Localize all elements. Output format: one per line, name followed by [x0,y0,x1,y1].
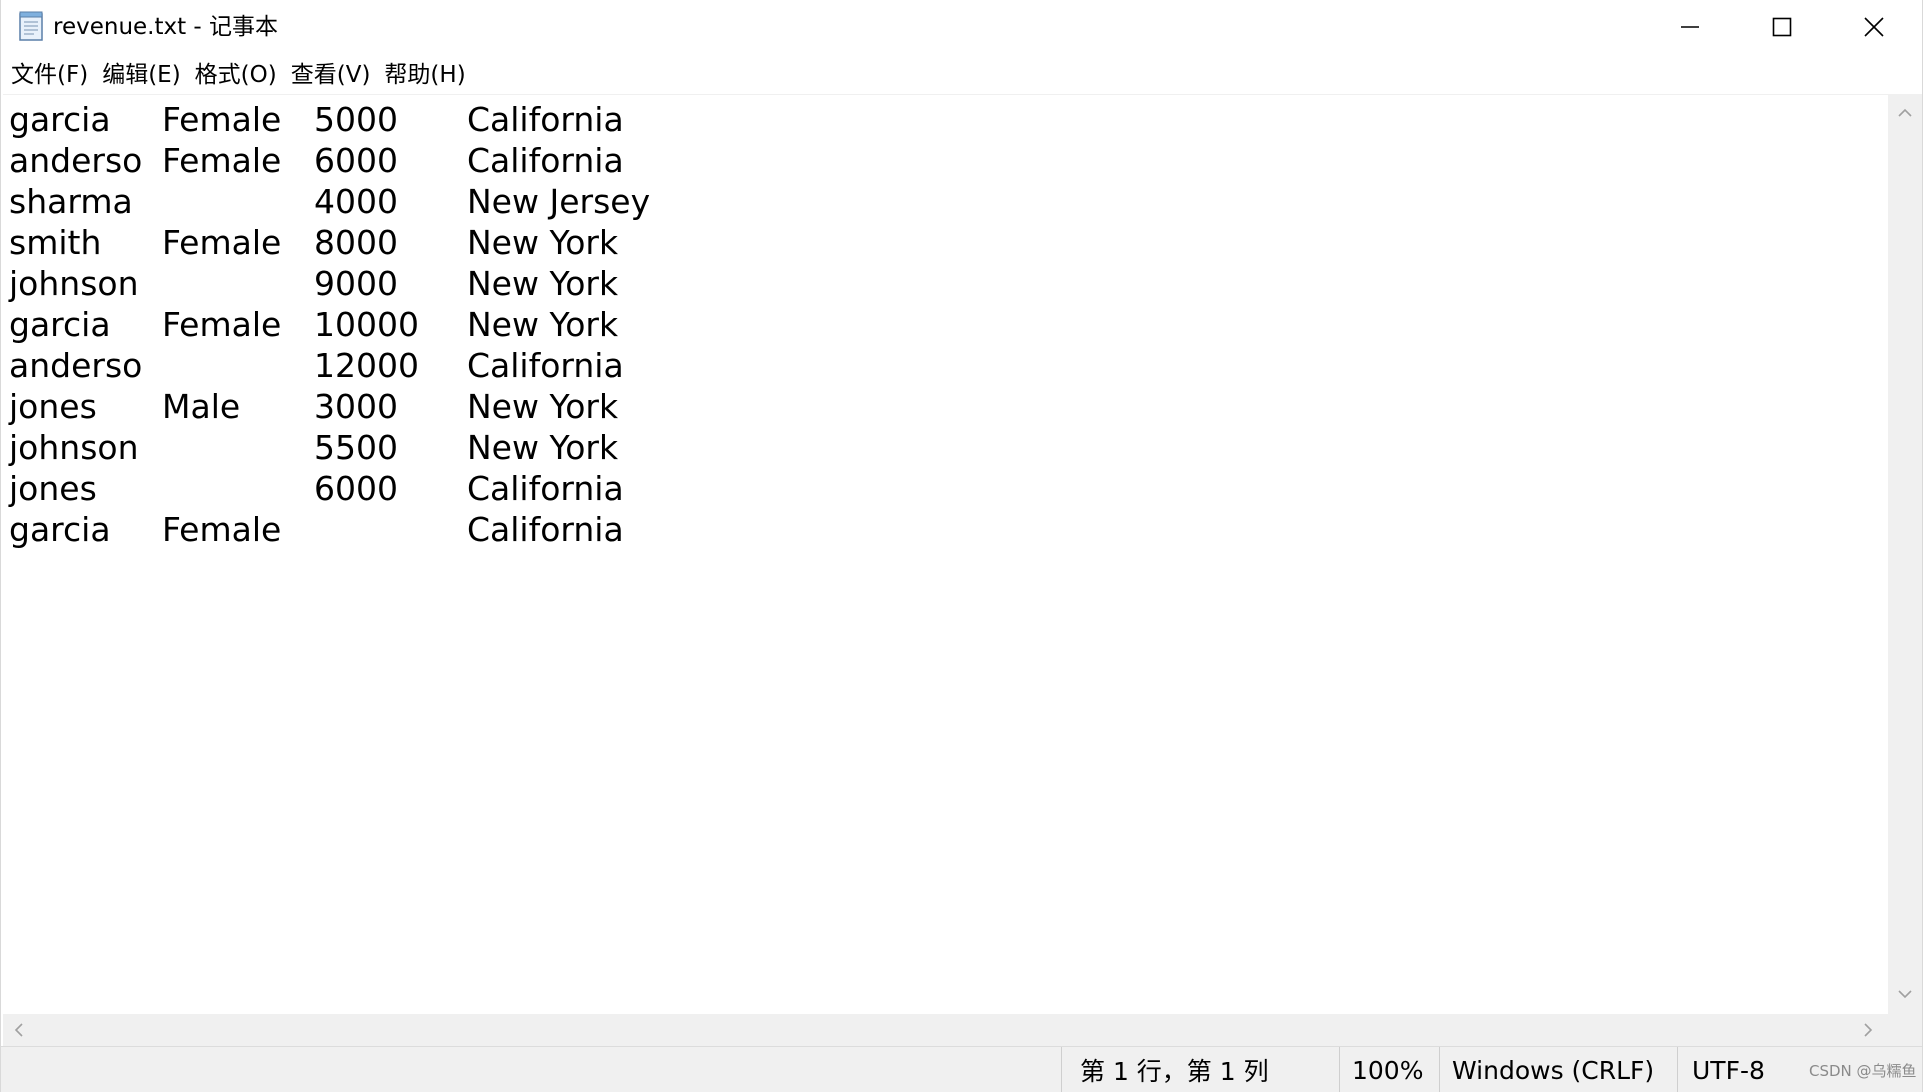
text-editor-area[interactable]: garcia Female 5000 California anderso Fe… [3,94,1888,1014]
gender-cell: Female [162,141,282,180]
revenue-cell: 6000 [314,141,398,180]
revenue-cell: 10000 [314,305,419,344]
zoom-level: 100% [1339,1047,1439,1092]
scroll-up-icon[interactable] [1897,104,1913,123]
name-cell: garcia [9,305,111,344]
name-cell: anderso [9,346,143,385]
menu-bar: 文件(F) 编辑(E) 格式(O) 查看(V) 帮助(H) [1,56,474,94]
state-cell: California [467,510,624,549]
revenue-cell: 6000 [314,469,398,508]
menu-edit[interactable]: 编辑(E) [96,60,186,90]
name-cell: johnson [9,264,139,303]
state-cell: California [467,100,624,139]
name-cell: johnson [9,428,139,467]
state-cell: New York [467,223,619,262]
vertical-scrollbar[interactable] [1888,94,1922,1014]
gender-cell: Female [162,305,282,344]
maximize-icon [1772,17,1792,37]
watermark: CSDN @乌糯鱼 [1809,1062,1917,1080]
name-cell: smith [9,223,102,262]
name-cell: anderso [9,141,143,180]
close-button[interactable] [1828,0,1920,54]
horizontal-scrollbar[interactable] [3,1014,1888,1046]
close-icon [1863,16,1885,38]
state-cell: New York [467,305,619,344]
revenue-cell: 5500 [314,428,398,467]
scroll-left-icon[interactable] [13,1022,25,1042]
state-cell: New York [467,264,619,303]
gender-cell: Female [162,100,282,139]
notepad-icon[interactable] [17,10,47,42]
menu-format[interactable]: 格式(O) [189,60,283,90]
minimize-button[interactable] [1644,0,1736,54]
revenue-cell: 8000 [314,223,398,262]
name-cell: jones [9,469,97,508]
line-ending: Windows (CRLF) [1439,1047,1677,1092]
state-cell: New York [467,387,619,426]
scroll-down-icon[interactable] [1897,985,1913,1004]
name-cell: garcia [9,100,111,139]
name-cell: garcia [9,510,111,549]
maximize-button[interactable] [1736,0,1828,54]
window-title: revenue.txt - 记事本 [53,14,279,40]
revenue-cell: 12000 [314,346,419,385]
encoding: UTF-8 [1677,1047,1809,1092]
state-cell: New Jersey [467,182,651,221]
gender-cell: Female [162,223,282,262]
menu-help[interactable]: 帮助(H) [378,60,471,90]
revenue-cell: 3000 [314,387,398,426]
gender-cell: Female [162,510,282,549]
scroll-right-icon[interactable] [1862,1022,1874,1042]
revenue-cell: 5000 [314,100,398,139]
notepad-window: revenue.txt - 记事本 文件(F) 编辑(E) 格式(O) 查看(V… [0,0,1923,1092]
state-cell: California [467,469,624,508]
name-cell: sharma [9,182,133,221]
menu-view[interactable]: 查看(V) [285,60,377,90]
revenue-cell: 4000 [314,182,398,221]
scrollbar-corner [1888,1014,1922,1046]
status-bar: 第 1 行，第 1 列 100% Windows (CRLF) UTF-8 [1,1046,1922,1092]
gender-cell: Male [162,387,241,426]
name-cell: jones [9,387,97,426]
minimize-icon [1680,17,1700,37]
state-cell: California [467,141,624,180]
title-bar[interactable]: revenue.txt - 记事本 [1,0,1922,54]
state-cell: California [467,346,624,385]
cursor-position: 第 1 行，第 1 列 [1061,1047,1339,1092]
state-cell: New York [467,428,619,467]
menu-file[interactable]: 文件(F) [5,60,94,90]
revenue-cell: 9000 [314,264,398,303]
